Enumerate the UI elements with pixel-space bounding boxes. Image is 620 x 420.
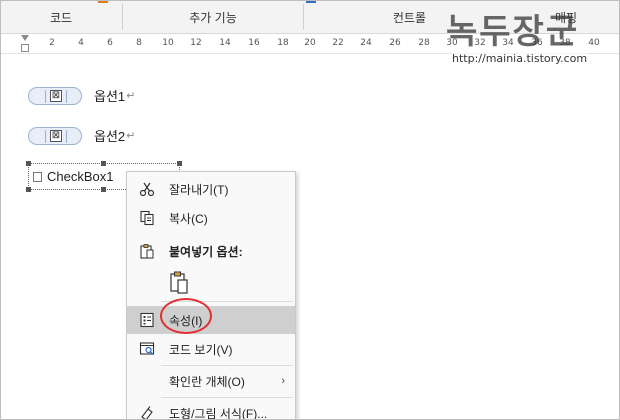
- copy-icon: [139, 210, 155, 226]
- left-indent-marker[interactable]: [21, 44, 29, 52]
- menu-item-format-shape[interactable]: 도형/그림 서식(F)...: [127, 400, 295, 420]
- ruler-tick: 4: [78, 38, 84, 48]
- ruler-tick: 40: [588, 38, 600, 48]
- ruler-tick: 12: [190, 38, 202, 48]
- format-shape-icon: [139, 405, 155, 420]
- paragraph-mark: ↵: [126, 130, 136, 142]
- option-row-2: ⊠ 옵션2 ↵: [28, 126, 135, 145]
- checkbox-label: CheckBox1: [47, 169, 114, 184]
- ruler-tick: 18: [277, 38, 289, 48]
- ruler-tick: 6: [107, 38, 113, 48]
- ruler-tick: 10: [162, 38, 174, 48]
- menu-item-label: 붙여넣기 옵션:: [169, 244, 243, 259]
- resize-handle[interactable]: [26, 187, 31, 192]
- menu-separator: [161, 397, 293, 398]
- menu-item-label: 코드 보기(V): [169, 342, 233, 357]
- menu-item-view-code[interactable]: 코드 보기(V): [127, 336, 295, 362]
- ruler-tick: 26: [389, 38, 401, 48]
- menu-item-checkbox-object[interactable]: 확인란 개체(O) ›: [127, 368, 295, 394]
- menu-item-label: 도형/그림 서식(F)...: [169, 406, 268, 420]
- toggle-divider: [66, 89, 67, 103]
- resize-handle[interactable]: [177, 161, 182, 166]
- checkbox-glyph-icon: ⊠: [50, 129, 62, 142]
- ruler-tick: 20: [304, 38, 316, 48]
- ribbon-group-addins[interactable]: 추가 기능: [123, 0, 303, 34]
- paragraph-mark: ↵: [126, 90, 136, 102]
- menu-item-paste-options: 붙여넣기 옵션:: [127, 238, 295, 264]
- toggle-button-control-1[interactable]: ⊠: [28, 86, 82, 105]
- toggle-divider: [66, 129, 67, 143]
- annotation-circle: [160, 298, 212, 334]
- first-indent-marker[interactable]: [21, 35, 29, 41]
- watermark-url: http://mainia.tistory.com: [452, 52, 588, 65]
- toggle-divider: [45, 89, 46, 103]
- view-code-icon: [139, 341, 155, 357]
- watermark-title: 녹두장군: [446, 12, 580, 52]
- ruler-tick: 8: [136, 38, 142, 48]
- ruler-tick: 24: [360, 38, 372, 48]
- paste-keep-format-icon[interactable]: [167, 270, 193, 296]
- menu-item-copy[interactable]: 복사(C): [127, 205, 295, 231]
- toggle-divider: [45, 129, 46, 143]
- resize-handle[interactable]: [26, 161, 31, 166]
- submenu-arrow-icon: ›: [281, 375, 285, 387]
- context-menu: 잘라내기(T) 복사(C) 붙여넣기 옵션: 속성(I) 코드 보기(V) 확인…: [126, 171, 296, 420]
- menu-item-cut[interactable]: 잘라내기(T): [127, 176, 295, 202]
- ruler-tick: 28: [418, 38, 430, 48]
- ruler-tick: 2: [49, 38, 55, 48]
- ruler-tick: 16: [248, 38, 260, 48]
- ruler-tick: 14: [219, 38, 231, 48]
- resize-handle[interactable]: [101, 187, 106, 192]
- option-label-1: 옵션1: [94, 89, 126, 104]
- option-label-2: 옵션2: [94, 129, 126, 144]
- scissors-icon: [139, 181, 155, 197]
- ruler-tick: 22: [332, 38, 344, 48]
- resize-handle[interactable]: [101, 161, 106, 166]
- checkbox-glyph-icon: ⊠: [50, 89, 62, 102]
- clipboard-icon: [139, 243, 155, 259]
- properties-icon: [139, 312, 155, 328]
- ribbon-group-code[interactable]: 코드: [0, 0, 122, 34]
- menu-item-label: 복사(C): [169, 211, 208, 226]
- toggle-button-control-2[interactable]: ⊠: [28, 126, 82, 145]
- option-row-1: ⊠ 옵션1 ↵: [28, 86, 135, 105]
- menu-separator: [161, 365, 293, 366]
- checkbox-square[interactable]: [33, 172, 42, 182]
- menu-item-label: 잘라내기(T): [169, 182, 229, 197]
- menu-item-label: 확인란 개체(O): [169, 374, 245, 389]
